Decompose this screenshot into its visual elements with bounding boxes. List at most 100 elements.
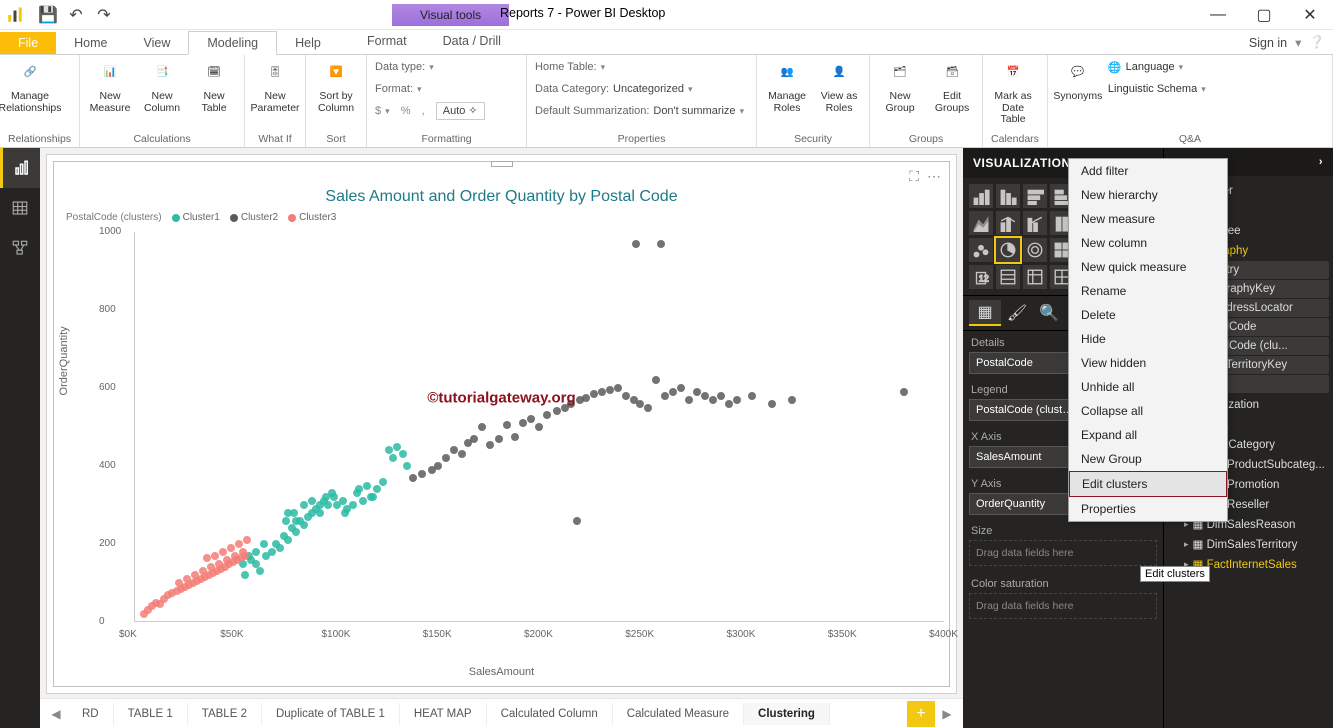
data-point[interactable] [409,474,417,482]
ctx-item-add-filter[interactable]: Add filter [1069,159,1227,183]
view-as-roles-button[interactable]: 👤View as Roles [817,57,861,114]
data-point[interactable] [393,443,401,451]
sheet-tab[interactable]: Duplicate of TABLE 1 [262,703,400,725]
well-colorsat-placeholder[interactable]: Drag data fields here [969,593,1157,619]
decimal-places-input[interactable]: Auto ✧ [436,102,485,120]
data-point[interactable] [748,392,756,400]
data-point[interactable] [511,433,519,441]
tab-modeling[interactable]: Modeling [188,31,277,55]
data-point[interactable] [543,411,551,419]
mark-as-date-table-button[interactable]: 📅Mark as Date Table [991,57,1035,126]
data-point[interactable] [606,386,614,394]
data-point[interactable] [207,563,215,571]
scatter-chart[interactable]: ⛶ ⋯ Sales Amount and Order Quantity by P… [53,161,950,687]
data-point[interactable] [768,400,776,408]
viz-type-16[interactable] [1023,238,1047,262]
model-view-icon[interactable] [0,228,40,268]
data-point[interactable] [341,509,349,517]
context-menu[interactable]: Add filterNew hierarchyNew measureNew co… [1068,158,1228,522]
data-point[interactable] [582,394,590,402]
data-point[interactable] [709,396,717,404]
data-point[interactable] [385,446,393,454]
data-point[interactable] [535,423,543,431]
data-point[interactable] [503,421,511,429]
data-point[interactable] [324,501,332,509]
ctx-item-expand-all[interactable]: Expand all [1069,423,1227,447]
data-point[interactable] [373,485,381,493]
language-dropdown[interactable]: 🌐 Language ▾ [1108,57,1206,77]
redo-icon[interactable]: ↷ [92,3,116,27]
data-point[interactable] [300,521,308,529]
data-point[interactable] [282,517,290,525]
well-size-placeholder[interactable]: Drag data fields here [969,540,1157,566]
tab-format[interactable]: Format [349,30,425,52]
report-canvas[interactable]: ⛶ ⋯ Sales Amount and Order Quantity by P… [46,154,957,694]
focus-mode-icon[interactable]: ⛶ [909,168,919,185]
data-point[interactable] [590,390,598,398]
viz-type-2[interactable] [1023,184,1047,208]
data-point[interactable] [359,497,367,505]
close-button[interactable]: ✕ [1287,0,1333,30]
viz-type-22[interactable] [996,265,1020,289]
analytics-tab-icon[interactable]: 🔍 [1033,300,1065,326]
data-view-icon[interactable] [0,188,40,228]
data-point[interactable] [290,509,298,517]
data-point[interactable] [260,540,268,548]
tab-data-drill[interactable]: Data / Drill [425,30,519,52]
data-point[interactable] [300,501,308,509]
manage-relationships-button[interactable]: 🔗Manage Relationships [8,57,52,114]
sheet-tab[interactable]: HEAT MAP [400,703,487,725]
data-point[interactable] [363,482,371,490]
sheet-tab[interactable]: Calculated Column [487,703,613,725]
data-point[interactable] [693,388,701,396]
data-point[interactable] [622,392,630,400]
data-point[interactable] [458,450,466,458]
data-point[interactable] [389,454,397,462]
ctx-item-new-quick-measure[interactable]: New quick measure [1069,255,1227,279]
data-point[interactable] [478,423,486,431]
viz-type-9[interactable] [1023,211,1047,235]
data-point[interactable] [349,501,357,509]
data-point[interactable] [223,556,231,564]
data-point[interactable] [527,415,535,423]
data-point[interactable] [399,450,407,458]
edit-groups-button[interactable]: 🗃Edit Groups [930,57,974,114]
viz-type-8[interactable] [996,211,1020,235]
data-point[interactable] [308,497,316,505]
minimize-button[interactable]: — [1195,0,1241,30]
ctx-item-properties[interactable]: Properties [1069,497,1227,521]
ctx-item-rename[interactable]: Rename [1069,279,1227,303]
data-point[interactable] [199,567,207,575]
data-point[interactable] [231,552,239,560]
data-point[interactable] [203,554,211,562]
viz-type-1[interactable] [996,184,1020,208]
viz-type-14[interactable] [969,238,993,262]
data-point[interactable] [636,400,644,408]
ctx-item-hide[interactable]: Hide [1069,327,1227,351]
tab-view[interactable]: View [126,32,189,54]
data-point[interactable] [652,376,660,384]
sheet-tab[interactable]: Calculated Measure [613,703,744,725]
linguistic-schema-dropdown[interactable]: Linguistic Schema ▾ [1108,79,1206,99]
new-column-button[interactable]: 📑New Column [140,57,184,114]
data-point[interactable] [733,396,741,404]
more-options-icon[interactable]: ⋯ [927,168,941,185]
format-tab-icon[interactable]: 🖌 [1001,300,1033,326]
data-point[interactable] [632,240,640,248]
data-point[interactable] [701,392,709,400]
data-point[interactable] [614,384,622,392]
data-point[interactable] [644,404,652,412]
data-point[interactable] [227,544,235,552]
ctx-item-new-column[interactable]: New column [1069,231,1227,255]
data-point[interactable] [725,400,733,408]
comma-format-button[interactable]: , [422,105,425,117]
ctx-item-collapse-all[interactable]: Collapse all [1069,399,1227,423]
sheet-tab[interactable]: Clustering [744,703,830,725]
data-point[interactable] [316,509,324,517]
data-point[interactable] [219,548,227,556]
data-point[interactable] [256,567,264,575]
drag-handle[interactable] [491,161,513,167]
new-table-button[interactable]: 🗓New Table [192,57,236,114]
sheet-tab[interactable]: TABLE 2 [188,703,262,725]
fields-tab-icon[interactable]: ▦ [969,300,1001,326]
